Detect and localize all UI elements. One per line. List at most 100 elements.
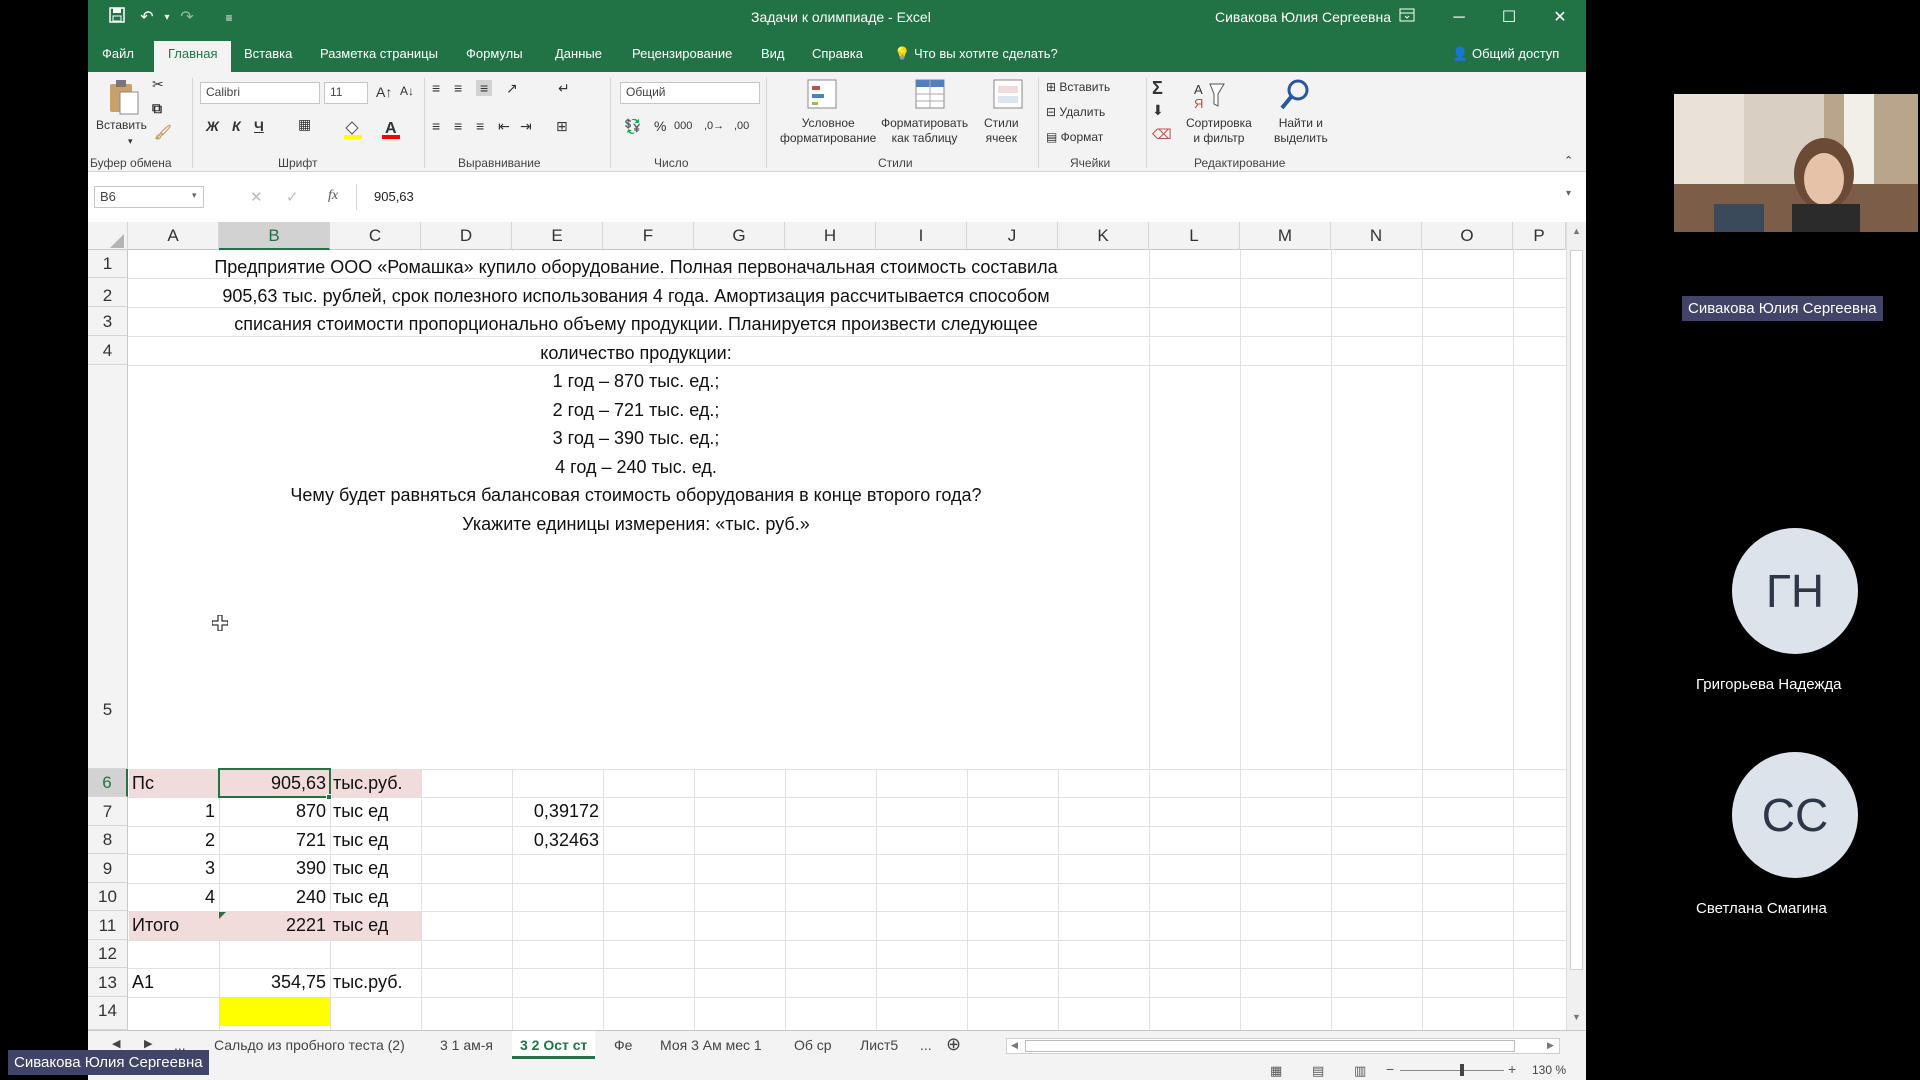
- row-header[interactable]: 6: [88, 769, 128, 797]
- format-cells-button[interactable]: ▤ Формат: [1046, 130, 1103, 145]
- underline-button[interactable]: Ч: [254, 118, 264, 134]
- paste-dropdown-icon[interactable]: ▾: [128, 134, 133, 149]
- cell-c9[interactable]: тыс ед: [333, 858, 388, 879]
- sort-filter-button[interactable]: Сортировка и фильтр: [1186, 116, 1252, 146]
- cell-a8[interactable]: 2: [132, 830, 215, 851]
- row-header[interactable]: 12: [88, 940, 128, 968]
- quick-access-customize-icon[interactable]: ≡: [218, 7, 240, 29]
- sheet-tab-active[interactable]: 3 2 Ост ст: [512, 1031, 596, 1059]
- cell-b10[interactable]: 240: [222, 887, 326, 908]
- tab-formulas[interactable]: Формулы: [466, 46, 523, 61]
- zoom-slider-thumb[interactable]: [1460, 1064, 1464, 1076]
- decrease-font-icon[interactable]: A↓: [400, 84, 414, 98]
- insert-function-icon[interactable]: fx: [328, 188, 338, 204]
- column-header[interactable]: A: [128, 222, 219, 250]
- tab-data[interactable]: Данные: [555, 46, 602, 61]
- page-layout-view-icon[interactable]: ▤: [1312, 1063, 1324, 1079]
- cell-e7[interactable]: 0,39172: [515, 801, 599, 822]
- fill-icon[interactable]: ⬇: [1152, 102, 1164, 119]
- enter-icon[interactable]: ✓: [286, 188, 299, 206]
- expand-formula-bar-icon[interactable]: ▾: [1566, 188, 1571, 199]
- wrap-text-icon[interactable]: ↵: [558, 80, 570, 97]
- row-header[interactable]: 10: [88, 883, 128, 911]
- tab-review[interactable]: Рецензирование: [632, 46, 732, 61]
- cell-a13[interactable]: А1: [132, 972, 154, 993]
- insert-cells-button[interactable]: ⊞ Вставить: [1046, 80, 1110, 95]
- cell-a11[interactable]: Итого: [132, 915, 179, 936]
- cut-icon[interactable]: ✂: [152, 76, 164, 93]
- fill-handle[interactable]: [326, 794, 332, 800]
- worksheet-grid[interactable]: A B C D E F G H I J K L M N O P 1 2 3 4 …: [88, 222, 1586, 1030]
- scroll-left-icon[interactable]: ◀: [1011, 1040, 1018, 1051]
- orientation-icon[interactable]: ↗: [506, 80, 518, 97]
- sheet-tab-more-right[interactable]: ...: [920, 1037, 932, 1053]
- vertical-scrollbar[interactable]: ▲ ▼: [1566, 222, 1586, 1030]
- next-sheet-icon[interactable]: ▶: [144, 1037, 152, 1050]
- row-header[interactable]: 13: [88, 968, 128, 997]
- name-box[interactable]: B6: [94, 186, 204, 208]
- accounting-format-icon[interactable]: 💱: [624, 118, 641, 135]
- sheet-tab[interactable]: Сальдо из пробного теста (2): [214, 1037, 405, 1053]
- row-header[interactable]: 4: [88, 336, 128, 365]
- cell-styles-button[interactable]: Стили ячеек: [984, 116, 1019, 146]
- borders-icon[interactable]: ▦: [298, 116, 311, 133]
- align-left-icon[interactable]: ≡: [432, 118, 440, 134]
- participant-avatar[interactable]: ГН: [1732, 528, 1858, 654]
- align-middle-icon[interactable]: ≡: [454, 80, 462, 96]
- account-name[interactable]: Сивакова Юлия Сергеевна: [1215, 9, 1391, 25]
- column-header[interactable]: G: [694, 222, 785, 250]
- close-icon[interactable]: ✕: [1549, 7, 1571, 29]
- sheet-tab[interactable]: 3 1 ам-я: [440, 1037, 493, 1053]
- column-header[interactable]: P: [1513, 222, 1566, 250]
- sheet-tab[interactable]: Моя 3 Ам мес 1: [660, 1037, 762, 1053]
- cell-c10[interactable]: тыс ед: [333, 887, 388, 908]
- prev-sheet-icon[interactable]: ◀: [112, 1037, 120, 1050]
- tab-home[interactable]: Главная: [154, 41, 232, 72]
- decrease-indent-icon[interactable]: ⇤: [498, 118, 510, 135]
- decrease-decimal-icon[interactable]: ,00: [734, 120, 749, 132]
- sheet-tab[interactable]: Фе: [614, 1037, 632, 1053]
- cell-b13[interactable]: 354,75: [222, 972, 326, 993]
- participant-avatar[interactable]: СС: [1732, 752, 1858, 878]
- sheet-tab[interactable]: Об ср: [794, 1037, 832, 1053]
- paste-button[interactable]: Вставить: [96, 118, 147, 133]
- cell-c8[interactable]: тыс ед: [333, 830, 388, 851]
- undo-dropdown-icon[interactable]: ▾: [156, 7, 178, 29]
- column-header[interactable]: M: [1240, 222, 1331, 250]
- thousands-separator-icon[interactable]: 000: [674, 120, 692, 132]
- font-name-field[interactable]: Calibri: [200, 82, 320, 104]
- align-right-icon[interactable]: ≡: [476, 118, 484, 134]
- clear-icon[interactable]: ⌫: [1152, 126, 1172, 143]
- cell-a9[interactable]: 3: [132, 858, 215, 879]
- scroll-right-icon[interactable]: ▶: [1547, 1040, 1554, 1051]
- row-header[interactable]: 2: [88, 278, 128, 307]
- align-center-icon[interactable]: ≡: [454, 118, 462, 134]
- row-header[interactable]: 9: [88, 854, 128, 883]
- cell-e8[interactable]: 0,32463: [515, 830, 599, 851]
- column-header[interactable]: F: [603, 222, 694, 250]
- column-header[interactable]: I: [876, 222, 967, 250]
- conditional-formatting-button[interactable]: Условное форматирование: [780, 116, 876, 146]
- increase-font-icon[interactable]: A↑: [376, 84, 392, 100]
- cell-b8[interactable]: 721: [222, 830, 326, 851]
- tab-view[interactable]: Вид: [761, 46, 785, 61]
- format-as-table-button[interactable]: Форматировать как таблицу: [881, 116, 968, 146]
- cell-b14-highlight[interactable]: [219, 998, 330, 1026]
- font-size-field[interactable]: 11: [324, 82, 368, 104]
- merge-center-icon[interactable]: ⊞: [556, 118, 568, 135]
- page-break-view-icon[interactable]: ▥: [1354, 1063, 1366, 1079]
- cell-c11[interactable]: тыс ед: [333, 915, 388, 936]
- row-header[interactable]: 5: [88, 365, 128, 769]
- name-box-dropdown-icon[interactable]: ▾: [192, 190, 197, 201]
- copy-icon[interactable]: ⧉: [152, 100, 162, 117]
- column-header[interactable]: B: [219, 222, 330, 250]
- column-header[interactable]: H: [785, 222, 876, 250]
- italic-button[interactable]: К: [232, 118, 241, 134]
- add-sheet-icon[interactable]: ⊕: [946, 1034, 961, 1055]
- cell-a10[interactable]: 4: [132, 887, 215, 908]
- row-header[interactable]: 7: [88, 797, 128, 826]
- tab-page-layout[interactable]: Разметка страницы: [320, 46, 438, 61]
- find-select-button[interactable]: Найти и выделить: [1274, 116, 1328, 146]
- scroll-up-icon[interactable]: ▲: [1572, 226, 1581, 236]
- tab-insert[interactable]: Вставка: [244, 46, 292, 61]
